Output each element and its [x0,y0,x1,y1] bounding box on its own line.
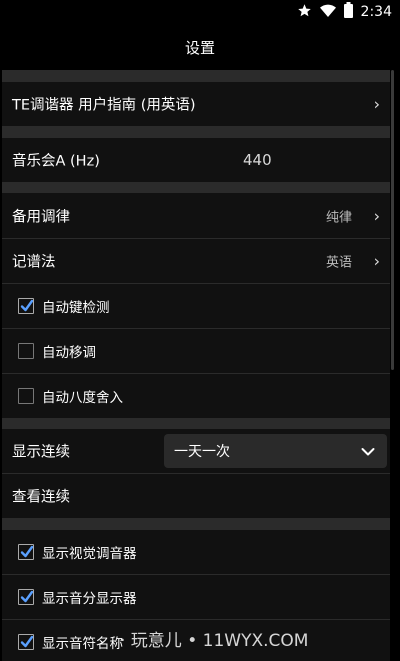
user-guide-row[interactable]: TE调谐器 用户指南 (用英语) › [2,82,390,126]
star-icon [297,3,312,22]
chevron-right-icon: › [373,251,380,271]
show-cents-label: 显示音分显示器 [42,591,137,607]
user-guide-label: TE调谐器 用户指南 (用英语) [12,97,196,114]
auto-octave-checkbox[interactable] [18,388,34,404]
checkmark-icon [20,545,34,558]
show-note-names-checkbox[interactable] [18,634,34,650]
notation-label: 记谱法 [12,254,56,271]
show-continuous-label: 显示连续 [12,444,70,461]
view-continuous-row[interactable]: 查看连续 [2,474,390,518]
auto-key-row[interactable]: 自动键检测 [2,284,390,328]
concert-a-value[interactable]: 440 [243,151,272,169]
watermark: · 玩意儿 • 11WYX.COM [120,631,309,651]
auto-transpose-row[interactable]: 自动移调 [2,329,390,373]
alt-tuning-label: 备用调律 [12,209,70,225]
wifi-icon [319,3,336,22]
dropdown-selected-value: 一天一次 [174,444,230,460]
continuous-frequency-dropdown[interactable]: 一天一次 [164,434,387,468]
auto-transpose-checkbox[interactable] [18,343,34,359]
notation-value: 英语 [325,255,352,271]
chevron-right-icon: › [373,206,380,225]
show-visual-tuner-row[interactable]: 显示视觉调音器 [2,530,390,574]
alt-tuning-row[interactable]: 备用调律 纯律 › [2,193,390,238]
chevron-down-icon [361,442,375,461]
show-cents-checkbox[interactable] [18,589,34,605]
notation-row[interactable]: 记谱法 英语 › [2,239,390,283]
status-time: 2:34 [360,4,392,20]
show-cents-row[interactable]: 显示音分显示器 [2,575,390,619]
show-note-names-label: 显示音符名称 [42,636,123,652]
chevron-right-icon: › [373,94,380,114]
concert-a-label: 音乐会A (Hz) [12,153,100,170]
page-title: 设置 [184,38,215,57]
scrollbar[interactable] [391,70,394,370]
status-bar: 2:34 [0,0,400,24]
auto-octave-row[interactable]: 自动八度舍入 [2,374,390,418]
alt-tuning-value: 纯律 [325,210,352,225]
checkmark-icon [20,590,34,603]
auto-transpose-label: 自动移调 [42,345,96,361]
auto-key-checkbox[interactable] [18,298,34,314]
show-visual-tuner-checkbox[interactable] [18,544,34,560]
status-icons: 2:34 [297,0,392,24]
checkmark-icon [20,635,34,648]
show-visual-tuner-label: 显示视觉调音器 [42,546,137,562]
concert-a-row[interactable]: 音乐会A (Hz) 440 [2,138,390,182]
show-continuous-row: 显示连续 一天一次 [2,429,390,473]
settings-list[interactable]: TE调谐器 用户指南 (用英语) › 音乐会A (Hz) 440 备用调律 纯律… [2,70,390,661]
checkmark-icon [20,299,34,312]
battery-icon [343,2,353,22]
auto-octave-label: 自动八度舍入 [42,390,123,406]
title-bar: 设置 [0,24,400,70]
view-continuous-label: 查看连续 [12,489,70,506]
auto-key-label: 自动键检测 [42,300,110,316]
